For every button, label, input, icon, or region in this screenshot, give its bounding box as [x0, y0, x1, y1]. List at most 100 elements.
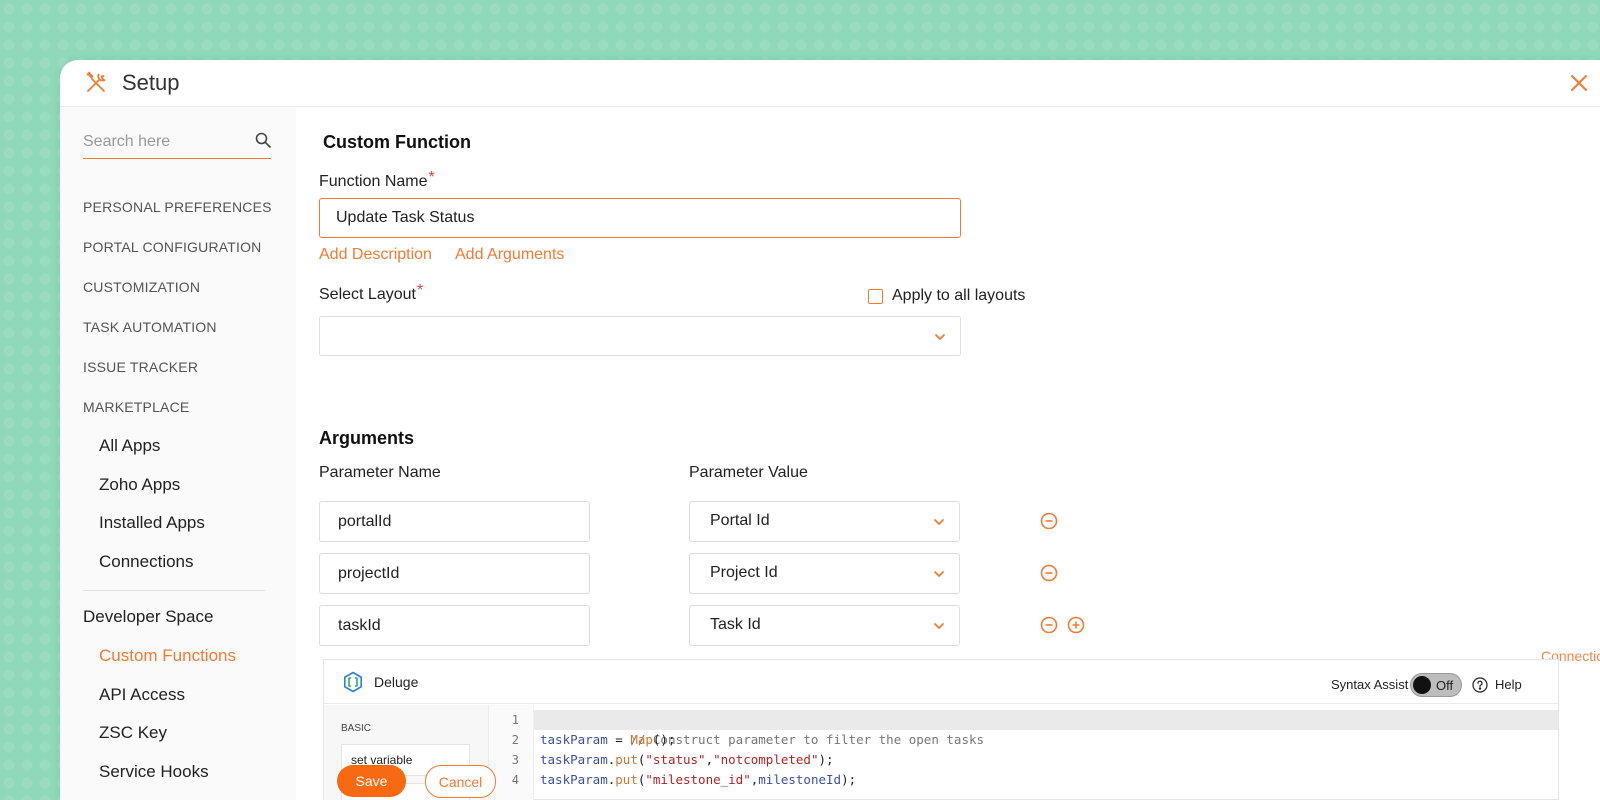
sidebar-item-personal-preferences[interactable]: PERSONAL PREFERENCES — [83, 187, 273, 227]
required-mark: * — [416, 282, 424, 299]
deluge-icon — [342, 671, 364, 693]
sidebar-item-customization[interactable]: CUSTOMIZATION — [83, 267, 273, 307]
sidebar-item-all-apps[interactable]: All Apps — [83, 427, 273, 466]
required-mark: * — [428, 169, 435, 186]
line-number: 3 — [511, 753, 519, 767]
sidebar-item-developer-space[interactable]: Developer Space — [83, 597, 273, 637]
sidebar: PERSONAL PREFERENCES PORTAL CONFIGURATIO… — [60, 107, 296, 800]
code-function: put — [615, 752, 638, 767]
line-number: 1 — [511, 713, 519, 727]
sidebar-item-installed-apps[interactable]: Installed Apps — [83, 504, 273, 543]
code-punct: ); — [841, 772, 857, 787]
toggle-knob — [1413, 676, 1431, 694]
setup-window: Setup PERSONAL PREFERENCES PORTAL CONFIG… — [60, 60, 1600, 800]
code-string: "milestone_id" — [645, 772, 751, 787]
editor-language-label: Deluge — [374, 674, 419, 690]
arguments-title: Arguments — [319, 428, 415, 448]
code-line: // Construct parameter to filter the ope… — [534, 710, 1558, 747]
chevron-down-icon — [933, 567, 945, 579]
search-box — [83, 125, 271, 159]
minus-circle-icon[interactable] — [1040, 616, 1058, 634]
param-value-text: Portal Id — [710, 512, 770, 529]
code-punct: ); — [818, 752, 834, 767]
code-string: "status" — [645, 752, 706, 767]
code-punct: , — [705, 752, 714, 767]
line-number: 4 — [511, 773, 519, 787]
window-title: Setup — [122, 70, 180, 95]
title-bar: Setup — [60, 60, 1600, 107]
param-value-text: Task Id — [710, 616, 761, 633]
function-name-label-text: Function Name — [319, 173, 428, 190]
sidebar-item-zsc-key[interactable]: ZSC Key — [83, 714, 273, 753]
function-name-input[interactable] — [319, 198, 961, 238]
code-function: Map — [630, 732, 653, 747]
sidebar-item-connections[interactable]: Connections — [83, 543, 273, 582]
code-punct: (); — [652, 732, 676, 747]
code-line: taskParam.put("milestone_id",milestoneId… — [540, 770, 856, 790]
help-link[interactable]: Help — [1495, 677, 1522, 692]
page-title: Custom Function — [323, 132, 471, 152]
chevron-down-icon — [933, 619, 945, 631]
save-button[interactable]: Save — [337, 765, 406, 797]
apply-all-layouts-label: Apply to all layouts — [892, 287, 1026, 304]
select-layout-label-text: Select Layout — [319, 286, 416, 303]
minus-circle-icon[interactable] — [1040, 512, 1058, 530]
line-number: 2 — [511, 733, 519, 747]
code-comment: // Construct parameter to filter the ope… — [630, 732, 985, 747]
syntax-assist-toggle[interactable]: Off — [1410, 673, 1462, 697]
editor-header: Deluge Syntax Assist Off Help — [324, 660, 1558, 704]
sidebar-item-issue-tracker[interactable]: ISSUE TRACKER — [83, 347, 273, 387]
code-line: taskParam.put("status","notcompleted"); — [540, 750, 834, 770]
sidebar-item-zoho-apps[interactable]: Zoho Apps — [83, 466, 273, 505]
search-input[interactable] — [83, 132, 243, 151]
sidebar-item-task-automation[interactable]: TASK AUTOMATION — [83, 307, 273, 347]
palette-category: BASIC — [341, 723, 372, 734]
toggle-state: Off — [1436, 678, 1454, 693]
sidebar-item-marketplace[interactable]: MARKETPLACE — [83, 387, 273, 427]
code-variable: taskParam — [540, 772, 608, 787]
code-line: taskParam = Map(); — [540, 730, 675, 750]
line-number-gutter: 1 2 3 4 — [489, 705, 534, 800]
chevron-down-icon — [933, 515, 945, 527]
sidebar-item-api-access[interactable]: API Access — [83, 676, 273, 715]
sidebar-item-portal-configuration[interactable]: PORTAL CONFIGURATION — [83, 227, 273, 267]
param-value-text: Project Id — [710, 564, 778, 581]
param-value-dropdown[interactable]: Portal Id — [689, 501, 960, 542]
param-name-input[interactable] — [319, 605, 590, 646]
param-value-dropdown[interactable]: Task Id — [689, 605, 960, 646]
code-punct: = — [607, 732, 631, 747]
code-variable: taskParam — [540, 732, 608, 747]
param-value-header: Parameter Value — [689, 464, 808, 481]
cancel-button[interactable]: Cancel — [425, 765, 496, 798]
chevron-down-icon — [934, 330, 946, 342]
syntax-assist-label: Syntax Assist — [1331, 677, 1409, 692]
editor-body: BASIC set variable 1 2 3 4 // Construct … — [324, 705, 1558, 800]
main-content: Custom Function Function Name* Add Descr… — [296, 107, 1600, 800]
sidebar-nav: PERSONAL PREFERENCES PORTAL CONFIGURATIO… — [83, 187, 273, 791]
search-icon[interactable] — [255, 132, 271, 148]
add-arguments-link[interactable]: Add Arguments — [455, 246, 564, 264]
sidebar-divider — [83, 590, 265, 591]
select-layout-label: Select Layout* — [319, 282, 423, 304]
help-icon[interactable] — [1472, 677, 1488, 693]
code-variable: taskParam — [540, 752, 608, 767]
code-editor: Deluge Syntax Assist Off Help BASIC set … — [323, 659, 1559, 800]
sidebar-item-service-hooks[interactable]: Service Hooks — [83, 753, 273, 792]
tools-icon — [84, 71, 108, 95]
plus-circle-icon[interactable] — [1067, 616, 1085, 634]
sidebar-item-custom-functions[interactable]: Custom Functions — [83, 637, 273, 676]
close-icon[interactable] — [1568, 72, 1590, 94]
param-name-input[interactable] — [319, 553, 590, 594]
param-name-input[interactable] — [319, 501, 590, 542]
apply-all-layouts-checkbox[interactable] — [868, 289, 883, 304]
code-variable: milestoneId — [758, 772, 842, 787]
code-string: "notcompleted" — [713, 752, 819, 767]
select-layout-dropdown[interactable] — [319, 316, 961, 356]
function-name-label: Function Name* — [319, 169, 435, 191]
add-description-link[interactable]: Add Description — [319, 246, 432, 264]
code-function: put — [615, 772, 638, 787]
param-value-dropdown[interactable]: Project Id — [689, 553, 960, 594]
minus-circle-icon[interactable] — [1040, 564, 1058, 582]
param-name-header: Parameter Name — [319, 464, 441, 481]
code-area[interactable]: // Construct parameter to filter the ope… — [534, 705, 1558, 800]
